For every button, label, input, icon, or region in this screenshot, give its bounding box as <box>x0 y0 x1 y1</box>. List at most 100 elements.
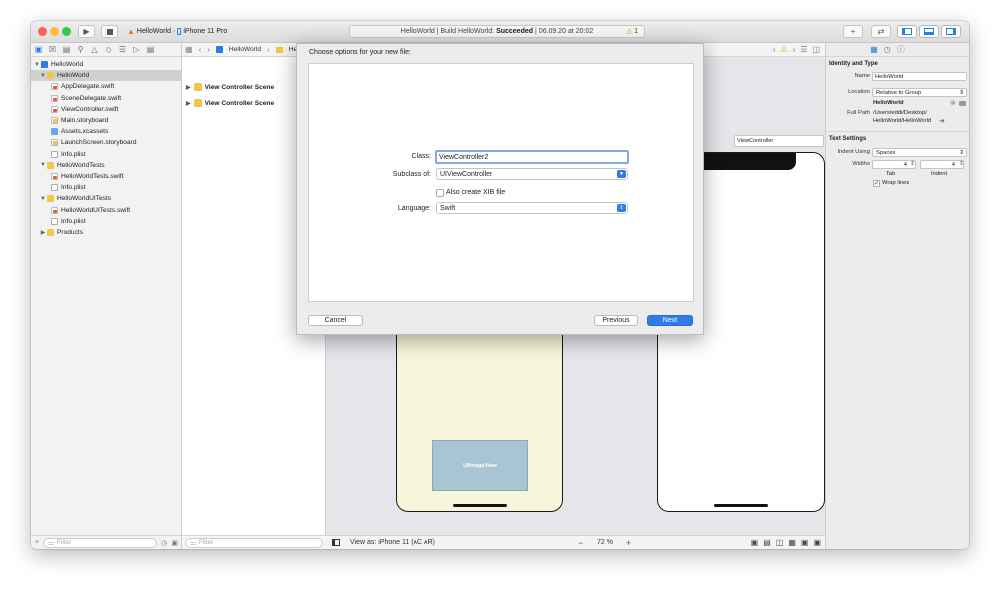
location-popup[interactable]: Relative to Group ⇕ <box>872 88 967 97</box>
chevron-updown-icon: ⇕ <box>617 204 626 212</box>
disclosure-icon[interactable]: ▼ <box>39 162 47 168</box>
zoom-window-button[interactable] <box>62 27 71 36</box>
grid-icon[interactable]: ▦ <box>185 45 193 54</box>
add-file-icon[interactable]: + <box>35 539 39 546</box>
history-inspector-icon[interactable]: ◷ <box>884 45 891 54</box>
file-tree-item[interactable]: ▼ HelloWorld <box>31 59 182 70</box>
file-tree-item[interactable]: AppDelegate.swift <box>31 81 182 92</box>
scheme-selector[interactable]: ▲ HelloWorld › iPhone 11 Pro <box>127 25 237 38</box>
symbol-icon[interactable]: ▤ <box>62 45 71 54</box>
indent-width-field[interactable]: 4 <box>920 160 964 169</box>
device-config-label[interactable]: View as: iPhone 11 (ᴀC ᴀR) <box>350 539 435 546</box>
project-icon <box>41 61 48 68</box>
resolve-issues-icon[interactable]: ▣ <box>801 538 809 547</box>
search-icon[interactable]: ⚲ <box>76 45 85 54</box>
scene-row-1[interactable]: ▶ View Controller Scene <box>186 83 274 91</box>
next-button[interactable]: Next <box>647 315 693 326</box>
file-tree-label: HelloWorldTests.swift <box>61 173 124 180</box>
scene-title-label[interactable]: ViewController <box>734 135 824 147</box>
disclosure-icon[interactable]: ▶ <box>39 229 47 236</box>
previous-label: Previous <box>602 317 630 324</box>
file-tree-item[interactable]: ViewController.swift <box>31 104 182 115</box>
help-inspector-icon[interactable]: ⓘ <box>897 44 905 55</box>
hide-debug-icon[interactable]: ▣ <box>813 538 821 547</box>
forward-icon[interactable]: › <box>207 45 210 54</box>
outline-filter-input[interactable]: ⚌ Filter <box>185 537 323 548</box>
class-name-input[interactable]: ViewController2 <box>435 150 629 164</box>
disclosure-icon[interactable]: ▼ <box>39 196 47 202</box>
indent-using-popup[interactable]: Spaces ⇕ <box>872 148 967 157</box>
embed-stack-icon[interactable]: ▤ <box>763 538 771 547</box>
code-review-button[interactable]: ⇄ <box>871 25 891 38</box>
tab-stepper-icon[interactable]: ⇕ <box>910 160 915 167</box>
iphone-scene-left[interactable]: UIImageView <box>396 323 563 512</box>
next-issue-icon[interactable]: › <box>793 45 796 54</box>
toggle-debug-button[interactable] <box>919 25 939 38</box>
navigator-filter-input[interactable]: ⚌ Filter <box>43 537 158 548</box>
file-tree-item[interactable]: ▼ HelloWorldTests <box>31 160 182 171</box>
toggle-navigator-button[interactable] <box>897 25 917 38</box>
file-tree-item[interactable]: HelloWorldUITests.swift <box>31 205 182 216</box>
file-tree-item[interactable]: ▼ HelloWorldUITests <box>31 193 182 204</box>
disclosure-icon[interactable]: ▼ <box>33 62 41 68</box>
warning-indicator[interactable]: ⚠ 1 <box>626 27 638 36</box>
image-view[interactable]: UIImageView <box>432 440 528 491</box>
document-outline-toggle-icon[interactable] <box>332 539 340 546</box>
library-button[interactable]: + <box>843 25 863 38</box>
file-tree-item[interactable]: Info.plist <box>31 182 182 193</box>
test-icon[interactable]: ◇ <box>104 45 113 54</box>
breakpoint-icon[interactable]: ▷ <box>132 45 141 54</box>
scheme-device: iPhone 11 Pro <box>183 28 228 35</box>
stop-button[interactable] <box>101 25 118 38</box>
disclosure-icon[interactable]: ▶ <box>186 84 191 91</box>
file-inspector-icon[interactable]: ▦ <box>870 45 878 54</box>
disclosure-icon[interactable]: ▶ <box>186 100 191 107</box>
issue-icon[interactable]: △ <box>90 45 99 54</box>
cancel-button[interactable]: Cancel <box>308 315 363 326</box>
previous-button[interactable]: Previous <box>594 315 638 326</box>
file-tree-item[interactable]: Info.plist <box>31 216 182 227</box>
file-tree-item[interactable]: HelloWorldTests.swift <box>31 171 182 182</box>
disclosure-icon[interactable]: ▼ <box>39 73 47 79</box>
back-icon[interactable]: ‹ <box>199 45 202 54</box>
recent-files-icon[interactable]: ◷ <box>161 539 167 547</box>
folder-icon[interactable]: ▣ <box>34 45 43 54</box>
debug-icon[interactable]: ☰ <box>118 45 127 54</box>
file-tree-item[interactable]: Assets.xcassets <box>31 126 182 137</box>
file-tree-item[interactable]: ▼ HelloWorld <box>31 70 182 82</box>
xib-checkbox[interactable] <box>436 189 444 197</box>
lines-icon[interactable]: ☰ <box>800 45 807 54</box>
report-icon[interactable]: ▤ <box>146 45 155 54</box>
clear-icon[interactable]: ⊗ <box>950 99 956 107</box>
source-control-icon[interactable]: ☒ <box>48 45 57 54</box>
file-tree-item[interactable]: Info.plist <box>31 149 182 160</box>
split-editor-icon[interactable]: ◫ <box>812 45 820 54</box>
file-tree-item[interactable]: LaunchScreen.storyboard <box>31 137 182 148</box>
run-button[interactable]: ▶ <box>78 25 95 38</box>
file-tree-item[interactable]: Main.storyboard <box>31 115 182 126</box>
language-popup[interactable]: Swift ⇕ <box>436 202 628 214</box>
indent-stepper-icon[interactable]: ⇕ <box>959 160 964 167</box>
previous-issue-icon[interactable]: ‹ <box>773 45 776 54</box>
wrap-lines-checkbox[interactable]: ✓ <box>873 180 880 187</box>
minimize-window-button[interactable] <box>50 27 59 36</box>
scm-filter-icon[interactable]: ▣ <box>171 539 178 547</box>
name-field[interactable]: HelloWorld <box>872 72 967 81</box>
warning-icon[interactable]: ⚠ <box>780 45 787 54</box>
zoom-out-icon[interactable]: − <box>578 538 583 548</box>
toggle-inspector-button[interactable] <box>941 25 961 38</box>
file-tree-item[interactable]: SceneDelegate.swift <box>31 93 182 104</box>
update-frames-icon[interactable]: ▣ <box>751 538 759 547</box>
scene-row-2[interactable]: ▶ View Controller Scene <box>186 99 274 107</box>
close-window-button[interactable] <box>38 27 47 36</box>
warning-icon: ⚠ <box>625 27 634 36</box>
align-icon[interactable]: ◫ <box>776 538 784 547</box>
breadcrumb-project[interactable]: HelloWorld <box>229 46 261 53</box>
pin-icon[interactable]: ▦ <box>788 538 796 547</box>
reveal-in-finder-icon[interactable]: ➜ <box>939 117 945 125</box>
folder-icon[interactable] <box>959 101 966 106</box>
file-tree-item[interactable]: ▶ Products <box>31 227 182 238</box>
subclass-popup[interactable]: UIViewController ▼ <box>436 168 628 180</box>
home-indicator <box>452 504 507 507</box>
zoom-in-icon[interactable]: + <box>626 538 631 548</box>
